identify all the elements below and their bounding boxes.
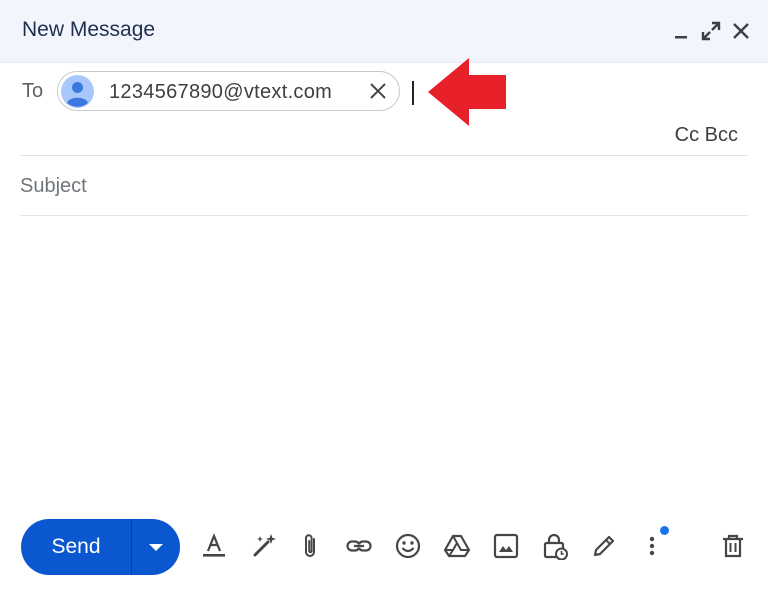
help-me-write-icon[interactable]	[250, 532, 278, 560]
discard-draft-icon[interactable]	[719, 532, 747, 560]
insert-photo-icon[interactable]	[492, 532, 520, 560]
insert-link-icon[interactable]	[345, 532, 373, 560]
recipient-chip[interactable]: 1234567890@vtext.com	[57, 71, 400, 111]
attach-file-icon[interactable]	[297, 532, 325, 560]
confidential-mode-icon[interactable]	[541, 532, 569, 561]
minimize-icon[interactable]	[668, 18, 694, 44]
chevron-down-icon	[149, 544, 163, 551]
close-icon[interactable]	[728, 18, 754, 44]
insert-drive-icon[interactable]	[443, 532, 471, 560]
signature-icon[interactable]	[590, 532, 618, 560]
bcc-link[interactable]: Bcc	[705, 124, 738, 146]
cc-bcc-links: Cc Bcc	[675, 124, 738, 147]
formatting-options-icon[interactable]	[200, 532, 228, 560]
text-cursor	[412, 81, 414, 105]
compose-title: New Message	[22, 18, 156, 41]
send-button[interactable]: Send	[21, 519, 131, 575]
insert-emoji-icon[interactable]	[394, 532, 422, 560]
full-screen-icon[interactable]	[698, 18, 724, 44]
red-arrow-annotation	[428, 58, 508, 126]
schedule-send-dropdown[interactable]	[132, 519, 180, 575]
remove-recipient-icon[interactable]	[367, 80, 389, 102]
cc-link[interactable]: Cc	[675, 124, 699, 146]
subject-input[interactable]	[20, 170, 740, 202]
notification-dot	[660, 526, 669, 535]
subject-divider	[20, 215, 748, 216]
to-label: To	[22, 80, 44, 102]
message-body[interactable]	[20, 225, 752, 509]
avatar-icon	[61, 75, 94, 108]
send-button-group: Send	[21, 519, 180, 575]
more-options-icon[interactable]	[638, 532, 666, 560]
compose-header: New Message	[0, 0, 768, 63]
recipients-divider	[20, 155, 748, 156]
recipient-email: 1234567890@vtext.com	[109, 81, 333, 103]
